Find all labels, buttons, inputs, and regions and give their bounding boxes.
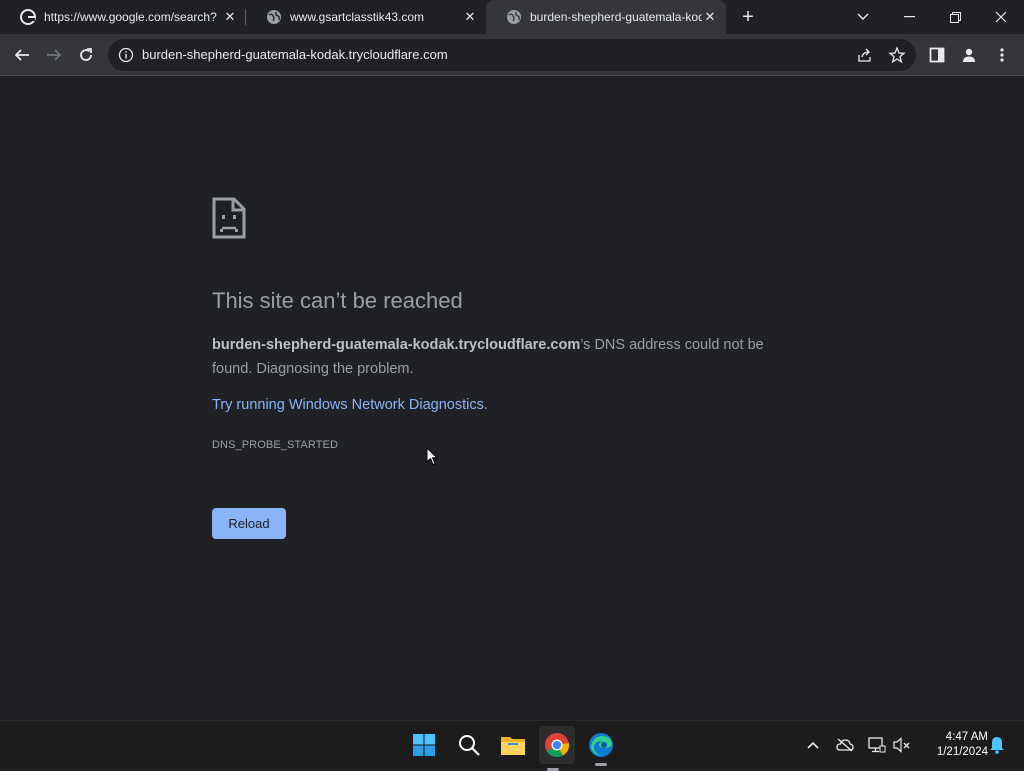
error-page: This site can’t be reached burden-shephe… <box>0 77 1024 720</box>
search-taskbar-button[interactable] <box>455 731 483 759</box>
tab-title: www.gsartclasstik43.com <box>290 10 425 24</box>
tab-search-button[interactable] <box>840 0 886 34</box>
url-text: burden-shepherd-guatemala-kodak.trycloud… <box>142 47 448 62</box>
diagnostics-link-suffix: . <box>483 397 488 413</box>
network-icon <box>868 737 886 753</box>
info-icon[interactable] <box>118 47 134 63</box>
folder-icon <box>501 737 525 755</box>
file-explorer-button[interactable] <box>499 731 527 759</box>
minimize-icon <box>903 16 915 18</box>
close-icon <box>995 11 1007 23</box>
speaker-muted-icon <box>893 737 910 753</box>
system-clock[interactable]: 4:47 AM 1/21/2024 <box>916 730 988 760</box>
search-icon <box>459 735 480 756</box>
chrome-icon <box>545 733 570 758</box>
clock-date: 1/21/2024 <box>936 746 988 758</box>
bell-icon <box>990 737 1004 754</box>
start-button[interactable] <box>410 731 438 759</box>
diagnostics-suggestion: Try running Windows Network Diagnostics. <box>212 397 488 413</box>
tab-gsartclasstik43[interactable]: www.gsartclasstik43.com ✕ <box>246 0 486 34</box>
forward-button[interactable] <box>41 42 67 68</box>
menu-button[interactable] <box>989 42 1015 68</box>
chevron-down-icon <box>857 13 869 20</box>
windows-logo-icon <box>413 734 435 756</box>
address-bar[interactable]: burden-shepherd-guatemala-kodak.trycloud… <box>108 39 916 71</box>
tab-google-search[interactable]: https://www.google.com/search? ✕ <box>0 0 246 34</box>
error-description: burden-shepherd-guatemala-kodak.trycloud… <box>212 333 792 381</box>
tab-title: https://www.google.com/search? <box>44 10 217 24</box>
profile-button[interactable] <box>956 42 982 68</box>
chrome-taskbar-button[interactable] <box>539 726 575 771</box>
tab-title: burden-shepherd-guatemala-kodak <box>530 10 702 24</box>
restore-icon <box>949 11 961 23</box>
edge-icon <box>589 733 613 757</box>
share-icon[interactable] <box>856 46 874 64</box>
close-tab-icon[interactable]: ✕ <box>702 9 718 25</box>
side-panel-icon <box>929 47 945 63</box>
cloud-off-icon <box>836 738 854 752</box>
google-icon <box>20 9 36 25</box>
back-button[interactable] <box>9 42 35 68</box>
tab-strip: https://www.google.com/search? ✕ www.gsa… <box>0 0 1024 34</box>
edge-taskbar-button[interactable] <box>587 731 615 766</box>
minimize-button[interactable] <box>886 0 932 34</box>
error-headline: This site can’t be reached <box>212 288 463 313</box>
star-icon[interactable] <box>888 46 906 64</box>
mouse-cursor-icon <box>426 447 438 466</box>
close-tab-icon[interactable]: ✕ <box>222 9 238 25</box>
refresh-icon <box>80 48 92 61</box>
error-host: burden-shepherd-guatemala-kodak.trycloud… <box>212 337 581 353</box>
reload-button[interactable]: Reload <box>212 508 286 539</box>
sad-page-icon <box>212 197 246 239</box>
new-tab-button[interactable]: + <box>738 7 758 27</box>
globe-icon <box>267 10 281 24</box>
volume-tray-icon[interactable] <box>892 735 912 755</box>
restore-button[interactable] <box>932 0 978 34</box>
more-vertical-icon <box>1000 48 1004 62</box>
browser-toolbar: burden-shepherd-guatemala-kodak.trycloud… <box>0 34 1024 76</box>
error-code: DNS_PROBE_STARTED <box>212 439 338 451</box>
profile-icon <box>963 48 975 62</box>
tab-burden-shepherd-active[interactable]: burden-shepherd-guatemala-kodak ✕ <box>486 0 726 34</box>
globe-icon <box>507 10 521 24</box>
arrow-right-icon <box>47 49 62 61</box>
network-tray-icon[interactable] <box>867 735 887 755</box>
notifications-button[interactable] <box>987 735 1007 755</box>
side-panel-button[interactable] <box>924 42 950 68</box>
close-window-button[interactable] <box>978 0 1024 34</box>
close-tab-icon[interactable]: ✕ <box>462 9 478 25</box>
reload-toolbar-button[interactable] <box>73 42 99 68</box>
windows-taskbar: 4:47 AM 1/21/2024 <box>0 720 1024 771</box>
show-hidden-icons-button[interactable] <box>803 735 823 755</box>
onedrive-tray-icon[interactable] <box>835 735 855 755</box>
chevron-up-icon <box>807 741 819 749</box>
clock-time: 4:47 AM <box>945 731 988 743</box>
diagnostics-link[interactable]: Try running Windows Network Diagnostics <box>212 397 484 413</box>
arrow-left-icon <box>14 49 29 61</box>
